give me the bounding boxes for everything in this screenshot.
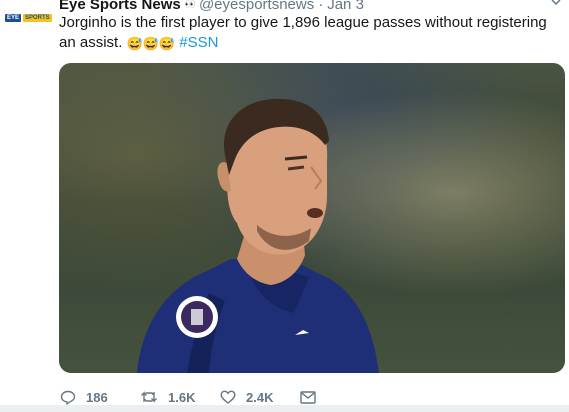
avatar-logo-right: SPORTS xyxy=(23,14,52,22)
tweet-actions: 186 1.6K 2.4K xyxy=(60,387,316,407)
retweet-icon xyxy=(141,391,157,403)
author-emoji: 👀 xyxy=(184,0,196,9)
envelope-icon xyxy=(300,390,316,404)
sweat-smile-emoji: 😅 xyxy=(126,36,143,51)
tweet-date[interactable]: Jan 3 xyxy=(327,0,364,13)
sweat-smile-emoji: 😅 xyxy=(158,36,176,51)
bottom-divider xyxy=(0,405,569,412)
retweet-count: 1.6K xyxy=(168,389,196,405)
separator-dot: · xyxy=(318,0,324,13)
reply-icon xyxy=(60,390,76,405)
tweet-photo[interactable] xyxy=(59,63,565,373)
hashtag-link[interactable]: #SSN xyxy=(179,34,218,51)
reply-count: 186 xyxy=(86,389,108,405)
retweet-button[interactable]: 1.6K xyxy=(140,390,220,405)
tweet-header: Eye Sports News 👀 @eyesportsnews · Jan 3 xyxy=(59,0,364,14)
sweat-smile-emoji: 😅 xyxy=(142,36,159,51)
like-button[interactable]: 2.4K xyxy=(220,390,300,405)
player-photo-illustration xyxy=(59,63,565,373)
like-count: 2.4K xyxy=(246,389,274,405)
avatar-logo-left: EYE xyxy=(5,14,22,22)
tweet-text: Jorginho is the first player to give 1,8… xyxy=(59,13,551,53)
author-name[interactable]: Eye Sports News xyxy=(59,0,181,13)
avatar[interactable]: EYE SPORTS xyxy=(5,13,52,23)
heart-icon xyxy=(220,390,236,404)
direct-message-button[interactable] xyxy=(300,390,316,404)
chevron-down-icon[interactable] xyxy=(551,0,561,7)
author-handle[interactable]: @eyesportsnews xyxy=(199,0,314,13)
reply-button[interactable]: 186 xyxy=(60,390,140,405)
